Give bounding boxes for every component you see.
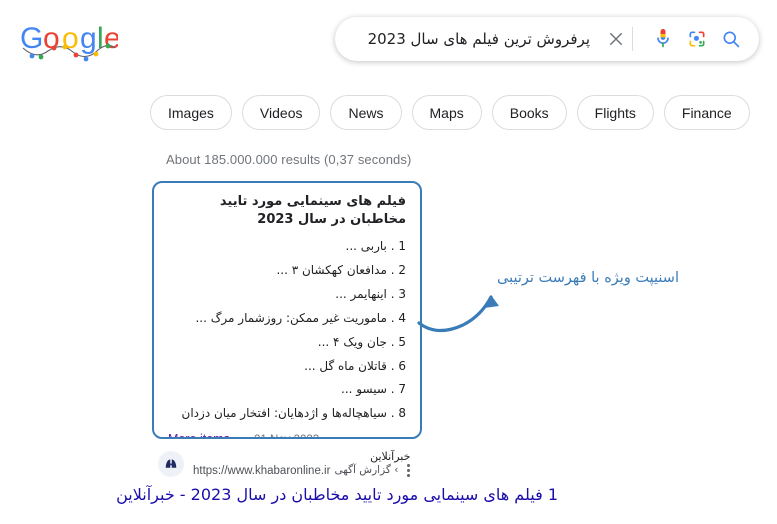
svg-text:e: e: [104, 22, 118, 55]
close-icon[interactable]: [604, 27, 628, 51]
tab-news[interactable]: News: [330, 95, 402, 130]
search-input[interactable]: پرفروش ترین فیلم های سال 2023: [347, 30, 594, 48]
tab-finance[interactable]: Finance: [663, 95, 750, 130]
site-name: خبرآنلاین: [370, 450, 411, 463]
site-url-row: https://www.khabaronline.ir › گزارش آگهی: [193, 464, 411, 478]
search-filter-tabs: Images Videos News Maps Books Flights Fi…: [150, 95, 750, 130]
tab-videos[interactable]: Videos: [241, 95, 321, 130]
result-title-link[interactable]: 1 فیلم های سینمایی مورد تایید مخاطبان در…: [116, 485, 558, 504]
google-logo-svg: G o o g l e: [20, 22, 121, 62]
list-item-label: اینهایمر ...: [335, 286, 387, 301]
search-icon[interactable]: [719, 27, 743, 51]
svg-text:o: o: [43, 22, 60, 55]
microphone-icon[interactable]: [651, 27, 675, 51]
list-item-label: ماموریت غیر ممکن: روزشمار مرگ ...: [195, 310, 387, 325]
result-header: خبرآنلاین https://www.khabaronline.ir › …: [158, 450, 758, 478]
site-info: خبرآنلاین https://www.khabaronline.ir › …: [193, 450, 411, 478]
svg-text:g: g: [80, 22, 97, 55]
list-item-label: باربی ...: [345, 239, 387, 254]
annotation-label: اسنیپت ویژه با فهرست ترتیبی: [497, 270, 679, 286]
tab-books[interactable]: Books: [491, 95, 567, 130]
list-item-label: مدافعان کهکشان ۳ ...: [276, 262, 387, 277]
list-item-number: 1 .: [390, 239, 406, 254]
list-item-label: سیسو ...: [341, 382, 387, 397]
snippet-ordered-list: 1 . باربی ... 2 . مدافعان کهکشان ۳ ... 3…: [168, 238, 406, 423]
tab-flights[interactable]: Flights: [576, 95, 654, 130]
list-item: 2 . مدافعان کهکشان ۳ ...: [168, 262, 406, 279]
list-item: 1 . باربی ...: [168, 238, 407, 255]
list-item: 7 . سیسو ...: [168, 381, 406, 398]
more-items-link[interactable]: More items...: [168, 432, 240, 437]
list-item-label: سیاهچاله‌ها و اژدهایان: افتخار میان دزدا…: [181, 406, 387, 421]
tab-images[interactable]: Images: [150, 95, 232, 130]
list-item-number: 3 .: [390, 286, 406, 301]
list-item: 5 . جان ویک ۴ ...: [168, 334, 406, 351]
list-item: 8 . سیاهچاله‌ها و اژدهایان: افتخار میان …: [168, 405, 406, 422]
snippet-date: • 21 Nov 2023: [247, 434, 319, 437]
search-bar-divider: [632, 27, 633, 51]
list-item-number: 8 .: [390, 406, 406, 421]
list-item-label: قاتلان ماه گل ...: [304, 358, 387, 373]
favicon-glyph: [165, 459, 177, 468]
list-item-number: 5 .: [390, 334, 406, 349]
list-item-number: 2 .: [390, 262, 406, 277]
site-url: https://www.khabaronline.ir: [193, 464, 331, 477]
search-result: خبرآنلاین https://www.khabaronline.ir › …: [116, 450, 758, 504]
search-bar[interactable]: پرفروش ترین فیلم های سال 2023: [335, 17, 759, 61]
list-item-number: 6 .: [390, 358, 406, 373]
featured-snippet-box: فیلم های سینمایی مورد تایید مخاطبان در س…: [152, 181, 422, 439]
list-item: 4 . ماموریت غیر ممکن: روزشمار مرگ ...: [168, 310, 406, 327]
svg-text:G: G: [20, 22, 43, 55]
list-item-label: جان ویک ۴ ...: [317, 334, 387, 349]
list-item-number: 7 .: [390, 382, 406, 397]
tab-maps[interactable]: Maps: [411, 95, 482, 130]
google-doodle-logo[interactable]: G o o g l e: [18, 18, 121, 64]
snippet-title: فیلم های سینمایی مورد تایید مخاطبان در س…: [219, 194, 406, 227]
site-url-breadcrumb: › گزارش آگهی: [334, 464, 399, 477]
list-item: 6 . قاتلان ماه گل ...: [168, 358, 406, 375]
kebab-menu-icon[interactable]: [407, 464, 411, 478]
list-item: 3 . اینهایمر ...: [168, 286, 406, 303]
khabaronline-favicon-icon: [158, 451, 184, 478]
snippet-footer: More items... • 21 Nov 2023: [168, 432, 406, 437]
list-item-number: 4 .: [390, 310, 406, 325]
result-stats: About 185.000.000 results (0,37 seconds): [166, 152, 412, 167]
google-lens-icon[interactable]: [685, 27, 709, 51]
page-header: G o o g l e پرفروش ترین فیلم های سال 202…: [0, 0, 777, 84]
